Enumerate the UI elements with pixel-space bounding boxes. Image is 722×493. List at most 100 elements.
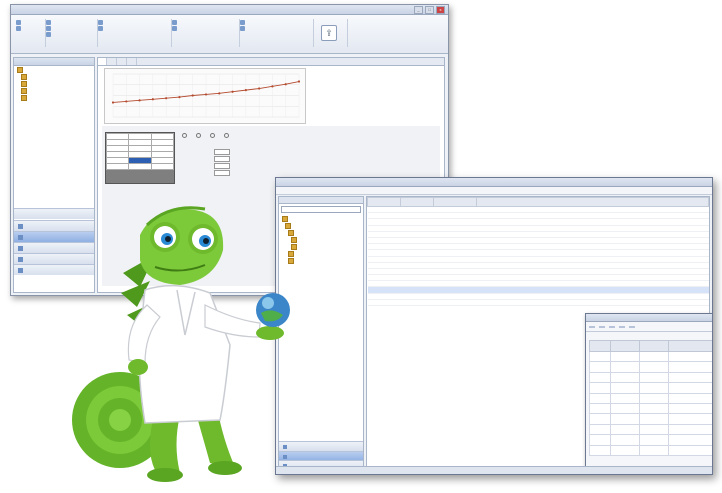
ribbon-button[interactable]	[16, 26, 42, 31]
report-icon	[240, 20, 245, 25]
dialog-hint	[586, 332, 712, 340]
radio-option[interactable]	[196, 133, 202, 138]
dialog-title[interactable]	[586, 314, 712, 322]
dialog-tool-button[interactable]	[629, 325, 635, 328]
ribbon-button[interactable]	[240, 26, 310, 31]
dialog-row[interactable]	[589, 361, 712, 373]
dialog-row[interactable]	[589, 392, 712, 404]
dialog-cell	[589, 402, 611, 415]
ribbon-button[interactable]	[172, 20, 236, 25]
column-header[interactable]	[589, 340, 611, 352]
radio-option[interactable]	[182, 133, 188, 138]
dialog-tool-button[interactable]	[619, 325, 625, 328]
tree-item[interactable]	[14, 87, 94, 94]
dialog-row[interactable]	[589, 413, 712, 425]
tree-item[interactable]	[14, 73, 94, 80]
data-point	[138, 99, 141, 102]
dialog-row[interactable]	[589, 350, 712, 363]
list-cell	[367, 299, 401, 307]
dialog-cell	[589, 350, 611, 363]
dialog-row[interactable]	[589, 371, 712, 384]
dialog-cell	[589, 434, 611, 446]
right-eye	[188, 224, 218, 254]
list-row[interactable]	[367, 299, 709, 307]
document-icon	[21, 73, 27, 80]
ribbon-button[interactable]	[46, 26, 94, 31]
ribbon-button[interactable]	[172, 26, 236, 31]
radio-option[interactable]	[224, 133, 230, 138]
field-input[interactable]	[214, 169, 230, 176]
view-icon	[98, 20, 103, 25]
ribbon-button[interactable]	[98, 26, 168, 31]
column-header[interactable]	[476, 197, 709, 207]
ribbon-button[interactable]	[16, 20, 42, 25]
dialog-cell	[668, 402, 712, 415]
window-title-bar[interactable]: _ □ x	[11, 5, 448, 15]
dialog-cell	[668, 361, 712, 373]
column-header[interactable]	[668, 340, 712, 352]
dialog-row[interactable]	[589, 434, 712, 446]
dialog-cell	[639, 382, 669, 394]
ribbon-button[interactable]	[98, 20, 168, 25]
dialog-row[interactable]	[589, 423, 712, 436]
dialog-cell	[610, 423, 640, 436]
table-cell[interactable]	[105, 163, 130, 170]
tree-item[interactable]	[14, 94, 94, 101]
dialog-row[interactable]	[589, 402, 712, 415]
dialog-cell	[639, 423, 669, 436]
tab[interactable]	[128, 58, 137, 65]
data-grid[interactable]	[105, 132, 175, 184]
dialog-tool-button[interactable]	[599, 325, 605, 328]
data-grid-table	[105, 133, 175, 170]
ribbon-group-report	[237, 19, 314, 47]
document-icon	[21, 80, 27, 87]
column-header[interactable]	[367, 197, 401, 207]
tree-item[interactable]	[14, 66, 94, 73]
dialog-row[interactable]	[589, 444, 712, 456]
tool-icon	[172, 20, 177, 25]
dialog-cell	[639, 434, 669, 446]
field-input[interactable]	[214, 148, 230, 155]
window-title-bar[interactable]	[276, 178, 712, 187]
data-point	[204, 93, 208, 96]
dialog-cell	[639, 402, 669, 415]
maximize-button[interactable]: □	[425, 6, 434, 14]
radio-option[interactable]	[210, 133, 216, 138]
dialog-row[interactable]	[589, 382, 712, 394]
tab[interactable]	[118, 58, 127, 65]
ribbon-toolbar: ⇪	[11, 15, 448, 54]
minimize-button[interactable]: _	[414, 6, 423, 14]
export-icon[interactable]: ⇪	[321, 25, 337, 41]
pane-header	[14, 58, 94, 66]
column-header[interactable]	[639, 340, 669, 352]
close-button[interactable]: x	[436, 6, 445, 14]
tree-item[interactable]	[14, 80, 94, 87]
folder-icon	[17, 66, 23, 73]
menu-bar	[276, 187, 712, 195]
settings-icon	[172, 26, 177, 31]
status-bar	[276, 466, 712, 474]
field-input[interactable]	[214, 162, 230, 169]
dialog-cell	[589, 371, 611, 384]
dialog-tool-button[interactable]	[589, 325, 595, 328]
ribbon-button[interactable]	[46, 20, 94, 25]
database-window	[275, 177, 713, 475]
tab[interactable]	[98, 58, 107, 65]
table-row[interactable]	[105, 163, 175, 170]
column-header[interactable]	[400, 197, 434, 207]
dialog-cell	[668, 413, 712, 425]
dialog-cell	[610, 444, 640, 456]
ribbon-button[interactable]	[240, 20, 310, 25]
parameter-fields	[182, 148, 230, 176]
dialog-tool-button[interactable]	[609, 325, 615, 328]
tab[interactable]	[108, 58, 117, 65]
field-row	[182, 148, 230, 155]
table-cell[interactable]	[128, 163, 152, 170]
ribbon-button[interactable]	[46, 32, 94, 37]
chameleon-mascot	[72, 206, 290, 482]
column-header[interactable]	[610, 340, 640, 352]
table-cell[interactable]	[150, 163, 175, 170]
column-header[interactable]	[433, 197, 477, 207]
folder-icon	[16, 20, 21, 25]
field-input[interactable]	[214, 155, 230, 162]
